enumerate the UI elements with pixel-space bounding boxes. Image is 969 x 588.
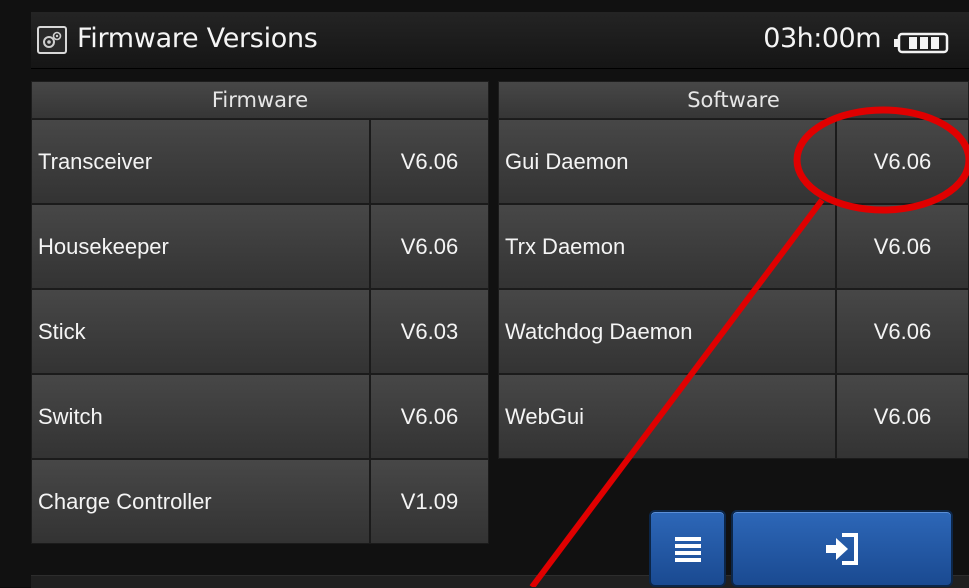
table-row: Trx Daemon V6.06	[498, 204, 969, 289]
menu-icon	[674, 536, 701, 562]
table-row: Switch V6.06	[31, 374, 489, 459]
software-version: V6.06	[836, 289, 969, 374]
firmware-version: V6.06	[370, 119, 489, 204]
software-name: Trx Daemon	[498, 204, 836, 289]
device-screen: Firmware Versions 03h:00m Firmware Trans…	[0, 0, 969, 588]
firmware-name: Housekeeper	[31, 204, 370, 289]
software-version: V6.06	[836, 119, 969, 204]
firmware-name: Switch	[31, 374, 370, 459]
table-row: Transceiver V6.06	[31, 119, 489, 204]
table-row: Housekeeper V6.06	[31, 204, 489, 289]
firmware-heading: Firmware	[31, 81, 489, 119]
software-version: V6.06	[836, 374, 969, 459]
firmware-version: V6.06	[370, 374, 489, 459]
page-title: Firmware Versions	[77, 23, 318, 54]
table-row: Watchdog Daemon V6.06	[498, 289, 969, 374]
table-row: Charge Controller V1.09	[31, 459, 489, 544]
exit-icon	[826, 532, 858, 565]
table-row: Gui Daemon V6.06	[498, 119, 969, 204]
software-panel: Software Gui Daemon V6.06 Trx Daemon V6.…	[498, 81, 969, 459]
title-bar: Firmware Versions 03h:00m	[31, 12, 969, 69]
firmware-name: Stick	[31, 289, 370, 374]
firmware-panel: Firmware Transceiver V6.06 Housekeeper V…	[31, 81, 489, 544]
software-name: Gui Daemon	[498, 119, 836, 204]
software-name: Watchdog Daemon	[498, 289, 836, 374]
firmware-name: Charge Controller	[31, 459, 370, 544]
gear-icon	[37, 26, 67, 54]
firmware-version: V1.09	[370, 459, 489, 544]
battery-icon	[893, 32, 949, 54]
table-row: Stick V6.03	[31, 289, 489, 374]
exit-button[interactable]	[731, 510, 953, 587]
menu-button[interactable]	[649, 510, 726, 587]
software-heading: Software	[498, 81, 969, 119]
firmware-name: Transceiver	[31, 119, 370, 204]
firmware-version: V6.06	[370, 204, 489, 289]
software-name: WebGui	[498, 374, 836, 459]
table-row: WebGui V6.06	[498, 374, 969, 459]
firmware-version: V6.03	[370, 289, 489, 374]
timer-readout: 03h:00m	[763, 23, 881, 54]
software-version: V6.06	[836, 204, 969, 289]
